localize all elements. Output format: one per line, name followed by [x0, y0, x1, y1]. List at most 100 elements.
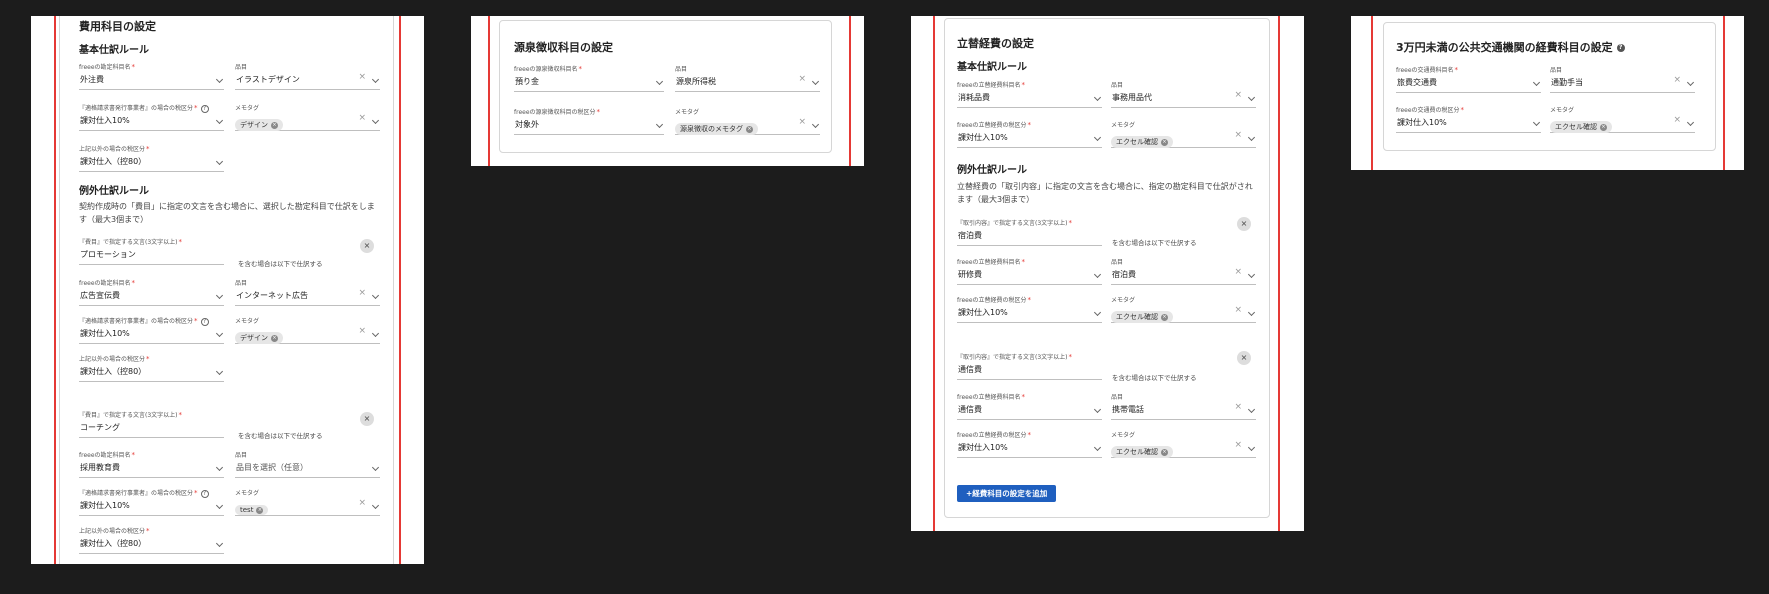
- reimburse-memo-select[interactable]: メモタグ エクセル確認 × ×: [1111, 120, 1256, 150]
- clear-icon[interactable]: ×: [1234, 90, 1242, 100]
- rule2-account-select[interactable]: freeeの勘定科目名* 採用教育費: [79, 450, 224, 480]
- item-select[interactable]: 品目 イラストデザイン ×: [235, 62, 380, 92]
- transit-account-select[interactable]: freeeの交通費科目名* 旅費交通費: [1396, 65, 1541, 95]
- clear-icon[interactable]: ×: [358, 113, 366, 123]
- chevron-down-icon: [215, 329, 224, 338]
- rule1-account-select[interactable]: freeeの立替経費科目名* 研修費: [957, 257, 1102, 287]
- reimbursement-panel: 立替経費の設定 基本仕訳ルール freeeの立替経費科目名* 消耗品費 品目 事…: [911, 16, 1304, 531]
- reimbursement-card: 立替経費の設定 基本仕訳ルール freeeの立替経費科目名* 消耗品費 品目 事…: [944, 18, 1270, 518]
- reimburse-tax-select[interactable]: freeeの立替経費の税区分* 課対仕入10%: [957, 120, 1102, 150]
- transit-item-select[interactable]: 品目 通勤手当 ×: [1550, 65, 1695, 95]
- guide-line-right: [849, 16, 851, 166]
- rule1-tax-select[interactable]: 『適格請求書発行事業者』の場合の税区分*? 課対仕入10%: [79, 316, 224, 346]
- rule1-tax-select[interactable]: freeeの立替経費の税区分* 課対仕入10%: [957, 295, 1102, 325]
- tag-remove-icon[interactable]: ×: [271, 121, 278, 129]
- chevron-down-icon: [215, 157, 224, 166]
- memo-tag: デザイン ×: [235, 119, 283, 131]
- withholding-memo-select[interactable]: メモタグ 源泉徴収のメモタグ × ×: [675, 107, 820, 137]
- chevron-down-icon: [215, 367, 224, 376]
- rule2-item-select[interactable]: 品目 品目を選択（任意）: [235, 450, 380, 480]
- tag-remove-icon[interactable]: ×: [271, 334, 278, 342]
- rule1-account-select[interactable]: freeeの勘定科目名* 広告宣伝費: [79, 278, 224, 308]
- clear-icon[interactable]: ×: [358, 288, 366, 298]
- rule1-memo-select[interactable]: メモタグ デザイン × ×: [235, 316, 380, 346]
- rule2-account-select[interactable]: freeeの立替経費科目名* 通信費: [957, 392, 1102, 422]
- rule2-other-tax-select[interactable]: 上記以外の場合の税区分* 課対仕入（控80）: [79, 526, 224, 556]
- memo-tag: エクセル確認 ×: [1550, 121, 1612, 133]
- clear-icon[interactable]: ×: [1234, 267, 1242, 277]
- expense-account-card: 費用科目の設定 基本仕訳ルール freeeの勘定科目名* 外注費 品目 イラスト…: [59, 16, 394, 564]
- reimburse-account-select[interactable]: freeeの立替経費科目名* 消耗品費: [957, 80, 1102, 110]
- rule2-tax-select[interactable]: 『適格請求書発行事業者』の場合の税区分*? 課対仕入10%: [79, 488, 224, 518]
- clear-icon[interactable]: ×: [1234, 440, 1242, 450]
- chevron-down-icon: [1247, 308, 1256, 317]
- chevron-down-icon: [215, 463, 224, 472]
- remove-rule-button[interactable]: ×: [1237, 351, 1251, 365]
- guide-line-right: [1723, 16, 1725, 170]
- account-select[interactable]: freeeの勘定科目名* 外注費: [79, 62, 224, 92]
- expense-account-panel: 費用科目の設定 基本仕訳ルール freeeの勘定科目名* 外注費 品目 イラスト…: [31, 16, 424, 564]
- rule2-text-input[interactable]: 『取引内容』で指定する文言(3文字以上)* 通信費: [957, 352, 1102, 382]
- rule2-item-select[interactable]: 品目 携帯電話 ×: [1111, 392, 1256, 422]
- withholding-account-card: 源泉徴収科目の設定 freeeの源泉徴収科目名* 預り金 品目 源泉所得税 × f…: [499, 20, 832, 153]
- add-expense-setting-button[interactable]: +経費科目の設定を追加: [957, 485, 1057, 502]
- clear-icon[interactable]: ×: [1673, 75, 1681, 85]
- rule2-note: を含む場合は以下で仕訳する: [238, 432, 323, 440]
- clear-icon[interactable]: ×: [358, 498, 366, 508]
- rule2-memo-select[interactable]: メモタグ test × ×: [235, 488, 380, 518]
- guide-line-left: [54, 16, 56, 564]
- transit-tax-select[interactable]: freeeの交通費の税区分* 課対仕入10%: [1396, 105, 1541, 135]
- remove-rule-button[interactable]: ×: [360, 412, 374, 426]
- clear-icon[interactable]: ×: [1234, 305, 1242, 315]
- rule1-text-input[interactable]: 『取引内容』で指定する文言(3文字以上)* 宿泊費: [957, 218, 1102, 248]
- withholding-account-select[interactable]: freeeの源泉徴収科目名* 預り金: [514, 64, 664, 94]
- chevron-down-icon: [215, 291, 224, 300]
- rule1-note: を含む場合は以下で仕訳する: [1112, 239, 1197, 247]
- clear-icon[interactable]: ×: [1234, 402, 1242, 412]
- rule1-memo-select[interactable]: メモタグ エクセル確認 × ×: [1111, 295, 1256, 325]
- clear-icon[interactable]: ×: [1673, 115, 1681, 125]
- chevron-down-icon: [215, 539, 224, 548]
- chevron-down-icon: [371, 75, 380, 84]
- rule2-text-input[interactable]: 『費目』で指定する文言(3文字以上)* コーチング: [79, 410, 224, 440]
- clear-icon[interactable]: ×: [798, 74, 806, 84]
- reimburse-item-select[interactable]: 品目 事務用品代 ×: [1111, 80, 1256, 110]
- rule1-text-input[interactable]: 『費目』で指定する文言(3文字以上)* プロモーション: [79, 237, 224, 267]
- remove-rule-button[interactable]: ×: [1237, 217, 1251, 231]
- rule2-memo-select[interactable]: メモタグ エクセル確認 × ×: [1111, 430, 1256, 460]
- tag-remove-icon[interactable]: ×: [746, 125, 753, 133]
- rule1-other-tax-select[interactable]: 上記以外の場合の税区分* 課対仕入（控80）: [79, 354, 224, 384]
- tag-remove-icon[interactable]: ×: [1161, 448, 1168, 456]
- withholding-item-select[interactable]: 品目 源泉所得税 ×: [675, 64, 820, 94]
- chevron-down-icon: [1532, 118, 1541, 127]
- chevron-down-icon: [371, 329, 380, 338]
- rule1-item-select[interactable]: 品目 宿泊費 ×: [1111, 257, 1256, 287]
- chevron-down-icon: [1686, 78, 1695, 87]
- chevron-down-icon: [1532, 78, 1541, 87]
- clear-icon[interactable]: ×: [358, 72, 366, 82]
- transit-memo-select[interactable]: メモタグ エクセル確認 × ×: [1550, 105, 1695, 135]
- other-tax-select[interactable]: 上記以外の場合の税区分* 課対仕入（控80）: [79, 144, 224, 174]
- withholding-tax-select[interactable]: freeeの源泉徴収科目の税区分* 対象外: [514, 107, 664, 137]
- rule1-item-select[interactable]: 品目 インターネット広告 ×: [235, 278, 380, 308]
- chevron-down-icon: [371, 291, 380, 300]
- help-icon[interactable]: ?: [1616, 44, 1625, 52]
- chevron-down-icon: [215, 116, 224, 125]
- tag-remove-icon[interactable]: ×: [256, 506, 264, 514]
- tag-remove-icon[interactable]: ×: [1161, 138, 1168, 146]
- clear-icon[interactable]: ×: [1234, 130, 1242, 140]
- rule2-tax-select[interactable]: freeeの立替経費の税区分* 課対仕入10%: [957, 430, 1102, 460]
- memo-tag-select[interactable]: メモタグ デザイン × ×: [235, 103, 380, 133]
- chevron-down-icon: [1247, 443, 1256, 452]
- rule2-note: を含む場合は以下で仕訳する: [1112, 374, 1197, 382]
- chevron-down-icon: [655, 77, 664, 86]
- memo-tag: エクセル確認 ×: [1111, 446, 1173, 458]
- clear-icon[interactable]: ×: [798, 117, 806, 127]
- tax-select[interactable]: 『適格請求書発行事業者』の場合の税区分*? 課対仕入10%: [79, 103, 224, 133]
- chevron-down-icon: [1093, 308, 1102, 317]
- tag-remove-icon[interactable]: ×: [1600, 123, 1607, 131]
- chevron-down-icon: [1247, 133, 1256, 142]
- clear-icon[interactable]: ×: [358, 326, 366, 336]
- remove-rule-button[interactable]: ×: [360, 239, 374, 253]
- tag-remove-icon[interactable]: ×: [1161, 313, 1168, 321]
